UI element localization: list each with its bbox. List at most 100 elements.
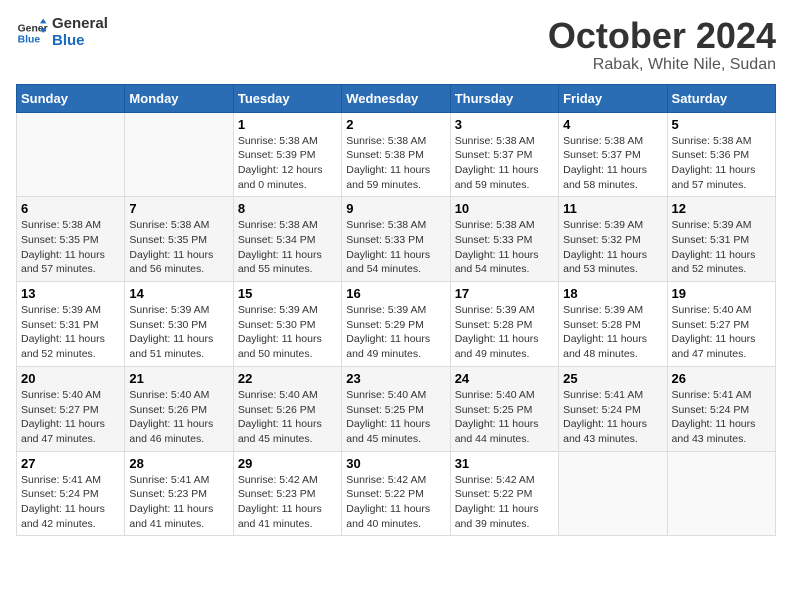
day-info: Sunrise: 5:40 AMSunset: 5:25 PMDaylight:… (455, 388, 554, 447)
day-info: Sunrise: 5:38 AMSunset: 5:38 PMDaylight:… (346, 134, 445, 193)
day-info: Sunrise: 5:39 AMSunset: 5:31 PMDaylight:… (672, 218, 771, 277)
day-info: Sunrise: 5:39 AMSunset: 5:28 PMDaylight:… (563, 303, 662, 362)
logo: General Blue General Blue (16, 16, 108, 49)
day-number: 25 (563, 371, 662, 386)
calendar-cell: 25Sunrise: 5:41 AMSunset: 5:24 PMDayligh… (559, 366, 667, 451)
day-number: 28 (129, 456, 228, 471)
logo-general: General (52, 16, 108, 33)
calendar-cell: 26 Sunrise: 5:41 AMSunset: 5:24 PMDayligh… (667, 366, 775, 451)
calendar-cell: 3Sunrise: 5:38 AMSunset: 5:37 PMDaylight… (450, 112, 558, 197)
calendar-cell: 21 Sunrise: 5:40 AMSunset: 5:26 PMDayligh… (125, 366, 233, 451)
calendar-cell: 4Sunrise: 5:38 AMSunset: 5:37 PMDaylight… (559, 112, 667, 197)
day-info: Sunrise: 5:38 AMSunset: 5:33 PMDaylight:… (455, 218, 554, 277)
day-info: Sunrise: 5:39 AMSunset: 5:28 PMDaylight:… (455, 303, 554, 362)
calendar-body: 1Sunrise: 5:38 AMSunset: 5:39 PMDaylight… (17, 112, 776, 536)
day-number: 31 (455, 456, 554, 471)
header-day-friday: Friday (559, 84, 667, 112)
calendar-cell: 10 Sunrise: 5:38 AMSunset: 5:33 PMDayligh… (450, 197, 558, 282)
calendar-cell: 28 Sunrise: 5:41 AMSunset: 5:23 PMDayligh… (125, 451, 233, 536)
week-row-2: 6 Sunrise: 5:38 AMSunset: 5:35 PMDaylight… (17, 197, 776, 282)
day-number: 22 (238, 371, 337, 386)
day-info: Sunrise: 5:42 AMSunset: 5:22 PMDaylight:… (455, 473, 554, 532)
day-number: 7 (129, 201, 228, 216)
day-info: Sunrise: 5:42 AMSunset: 5:23 PMDaylight:… (238, 473, 337, 532)
calendar-cell: 5Sunrise: 5:38 AMSunset: 5:36 PMDaylight… (667, 112, 775, 197)
month-title: October 2024 (548, 16, 776, 56)
day-number: 20 (21, 371, 120, 386)
calendar-cell: 2 Sunrise: 5:38 AMSunset: 5:38 PMDaylight… (342, 112, 450, 197)
calendar-cell: 9 Sunrise: 5:38 AMSunset: 5:33 PMDaylight… (342, 197, 450, 282)
day-number: 17 (455, 286, 554, 301)
calendar-table: SundayMondayTuesdayWednesdayThursdayFrid… (16, 84, 776, 537)
calendar-cell: 23 Sunrise: 5:40 AMSunset: 5:25 PMDayligh… (342, 366, 450, 451)
calendar-cell: 30Sunrise: 5:42 AMSunset: 5:22 PMDayligh… (342, 451, 450, 536)
day-info: Sunrise: 5:41 AMSunset: 5:24 PMDaylight:… (672, 388, 771, 447)
week-row-5: 27Sunrise: 5:41 AMSunset: 5:24 PMDayligh… (17, 451, 776, 536)
day-number: 13 (21, 286, 120, 301)
calendar-cell: 17 Sunrise: 5:39 AMSunset: 5:28 PMDayligh… (450, 282, 558, 367)
day-info: Sunrise: 5:41 AMSunset: 5:23 PMDaylight:… (129, 473, 228, 532)
day-info: Sunrise: 5:38 AMSunset: 5:35 PMDaylight:… (21, 218, 120, 277)
day-info: Sunrise: 5:39 AMSunset: 5:29 PMDaylight:… (346, 303, 445, 362)
day-info: Sunrise: 5:42 AMSunset: 5:22 PMDaylight:… (346, 473, 445, 532)
week-row-4: 20 Sunrise: 5:40 AMSunset: 5:27 PMDayligh… (17, 366, 776, 451)
calendar-cell: 15 Sunrise: 5:39 AMSunset: 5:30 PMDayligh… (233, 282, 341, 367)
day-number: 24 (455, 371, 554, 386)
logo-icon: General Blue (16, 17, 48, 49)
day-number: 27 (21, 456, 120, 471)
calendar-cell: 31 Sunrise: 5:42 AMSunset: 5:22 PMDayligh… (450, 451, 558, 536)
day-number: 14 (129, 286, 228, 301)
day-number: 19 (672, 286, 771, 301)
calendar-cell: 6 Sunrise: 5:38 AMSunset: 5:35 PMDaylight… (17, 197, 125, 282)
calendar-header: SundayMondayTuesdayWednesdayThursdayFrid… (17, 84, 776, 112)
day-number: 10 (455, 201, 554, 216)
day-info: Sunrise: 5:40 AMSunset: 5:25 PMDaylight:… (346, 388, 445, 447)
calendar-cell: 29 Sunrise: 5:42 AMSunset: 5:23 PMDayligh… (233, 451, 341, 536)
calendar-cell: 18Sunrise: 5:39 AMSunset: 5:28 PMDayligh… (559, 282, 667, 367)
day-number: 4 (563, 117, 662, 132)
day-info: Sunrise: 5:40 AMSunset: 5:26 PMDaylight:… (129, 388, 228, 447)
calendar-cell: 14 Sunrise: 5:39 AMSunset: 5:30 PMDayligh… (125, 282, 233, 367)
day-info: Sunrise: 5:40 AMSunset: 5:27 PMDaylight:… (21, 388, 120, 447)
day-number: 12 (672, 201, 771, 216)
calendar-cell: 1Sunrise: 5:38 AMSunset: 5:39 PMDaylight… (233, 112, 341, 197)
location-title: Rabak, White Nile, Sudan (548, 56, 776, 74)
day-number: 1 (238, 117, 337, 132)
calendar-cell: 8Sunrise: 5:38 AMSunset: 5:34 PMDaylight… (233, 197, 341, 282)
calendar-cell (125, 112, 233, 197)
calendar-cell: 16Sunrise: 5:39 AMSunset: 5:29 PMDayligh… (342, 282, 450, 367)
day-number: 3 (455, 117, 554, 132)
day-info: Sunrise: 5:38 AMSunset: 5:33 PMDaylight:… (346, 218, 445, 277)
calendar-cell (667, 451, 775, 536)
calendar-cell (559, 451, 667, 536)
day-info: Sunrise: 5:39 AMSunset: 5:31 PMDaylight:… (21, 303, 120, 362)
calendar-cell: 24 Sunrise: 5:40 AMSunset: 5:25 PMDayligh… (450, 366, 558, 451)
header-day-thursday: Thursday (450, 84, 558, 112)
day-number: 23 (346, 371, 445, 386)
day-number: 11 (563, 201, 662, 216)
calendar-cell (17, 112, 125, 197)
header-day-wednesday: Wednesday (342, 84, 450, 112)
calendar-cell: 22 Sunrise: 5:40 AMSunset: 5:26 PMDayligh… (233, 366, 341, 451)
day-info: Sunrise: 5:39 AMSunset: 5:30 PMDaylight:… (129, 303, 228, 362)
day-number: 2 (346, 117, 445, 132)
day-number: 29 (238, 456, 337, 471)
title-section: October 2024 Rabak, White Nile, Sudan (548, 16, 776, 74)
day-number: 8 (238, 201, 337, 216)
day-number: 6 (21, 201, 120, 216)
day-info: Sunrise: 5:40 AMSunset: 5:26 PMDaylight:… (238, 388, 337, 447)
day-number: 21 (129, 371, 228, 386)
week-row-3: 13 Sunrise: 5:39 AMSunset: 5:31 PMDayligh… (17, 282, 776, 367)
calendar-cell: 13 Sunrise: 5:39 AMSunset: 5:31 PMDayligh… (17, 282, 125, 367)
day-info: Sunrise: 5:39 AMSunset: 5:30 PMDaylight:… (238, 303, 337, 362)
week-row-1: 1Sunrise: 5:38 AMSunset: 5:39 PMDaylight… (17, 112, 776, 197)
day-number: 26 (672, 371, 771, 386)
calendar-cell: 11Sunrise: 5:39 AMSunset: 5:32 PMDayligh… (559, 197, 667, 282)
calendar-cell: 19 Sunrise: 5:40 AMSunset: 5:27 PMDayligh… (667, 282, 775, 367)
header-day-saturday: Saturday (667, 84, 775, 112)
day-info: Sunrise: 5:38 AMSunset: 5:35 PMDaylight:… (129, 218, 228, 277)
day-number: 15 (238, 286, 337, 301)
day-info: Sunrise: 5:40 AMSunset: 5:27 PMDaylight:… (672, 303, 771, 362)
day-number: 9 (346, 201, 445, 216)
day-number: 5 (672, 117, 771, 132)
